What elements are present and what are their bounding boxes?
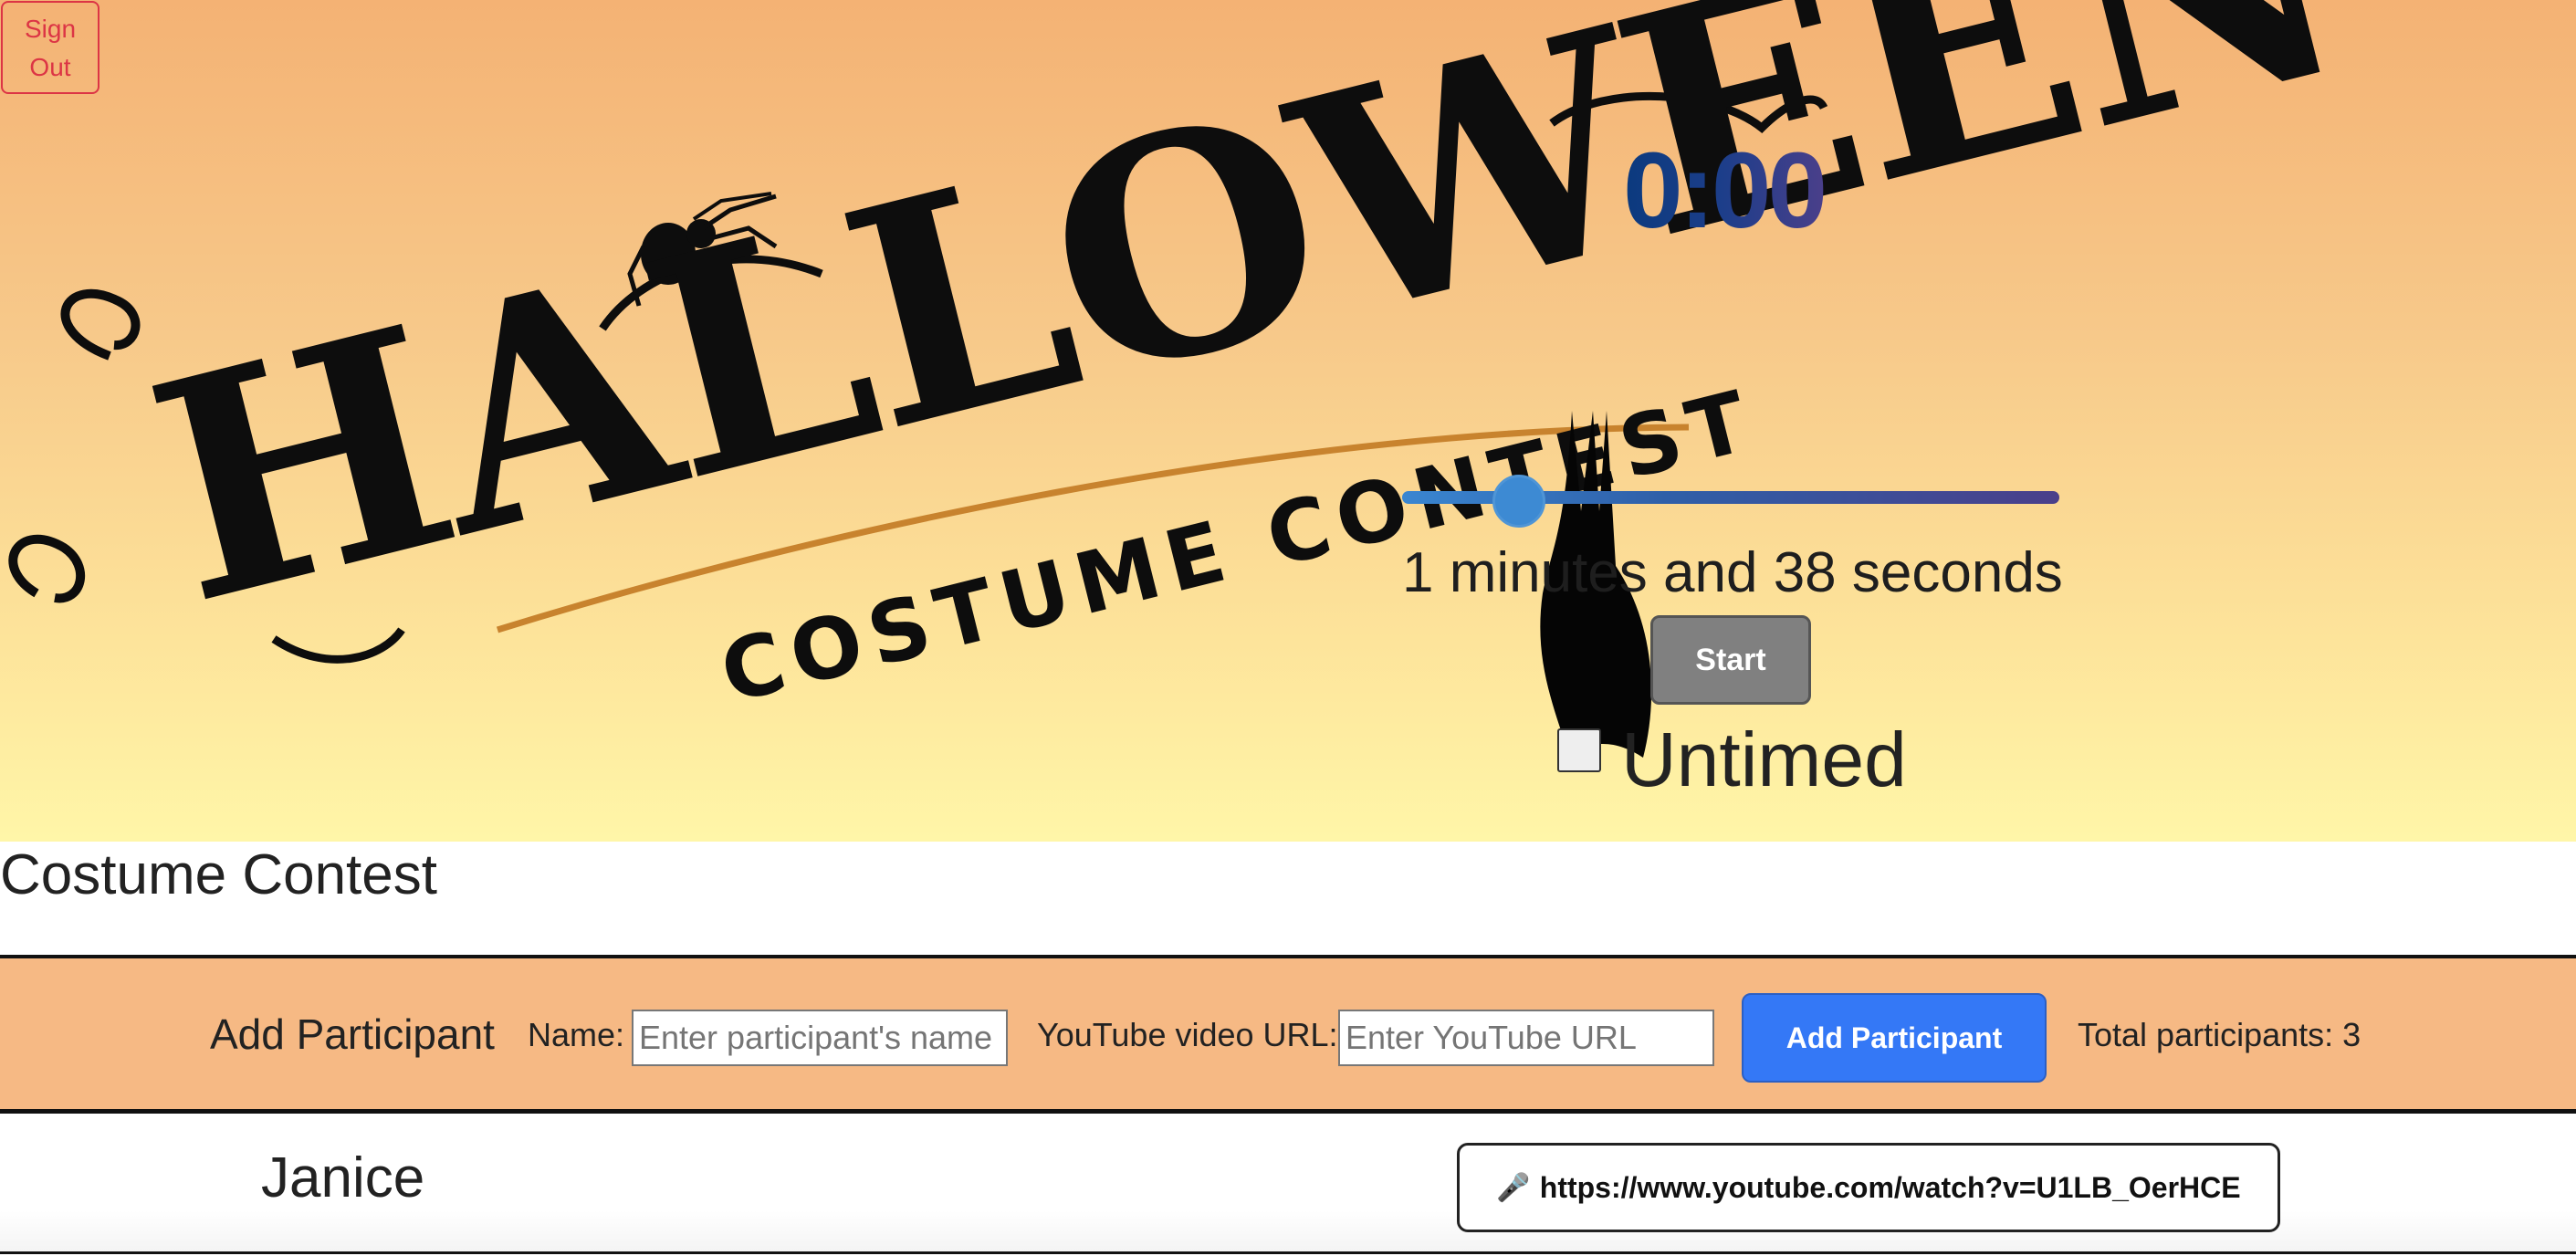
- participant-row: Janice 🎤 https://www.youtube.com/watch?v…: [0, 1115, 2576, 1254]
- hero-banner: HALLOWEEN COSTUME CONTEST Sign Out 0:00 …: [0, 0, 2576, 842]
- name-label: Name:: [528, 1016, 625, 1053]
- untimed-label: Untimed: [1621, 717, 1907, 802]
- untimed-checkbox[interactable]: [1557, 728, 1601, 772]
- participant-video-link[interactable]: 🎤 https://www.youtube.com/watch?v=U1LB_O…: [1457, 1143, 2280, 1232]
- page-title: Costume Contest: [0, 843, 437, 906]
- youtube-url-input[interactable]: [1338, 1010, 1714, 1066]
- add-participant-heading: Add Participant: [210, 1010, 495, 1058]
- name-input[interactable]: [632, 1010, 1008, 1066]
- participant-name: Janice: [261, 1146, 425, 1209]
- microphone-icon: 🎤: [1496, 1172, 1531, 1203]
- timer-display: 0:00: [1623, 131, 1827, 251]
- start-button[interactable]: Start: [1650, 615, 1811, 705]
- halloween-logo: HALLOWEEN COSTUME CONTEST: [8, 0, 2371, 758]
- youtube-url-label: YouTube video URL:: [1037, 1016, 1338, 1053]
- sign-out-button[interactable]: Sign Out: [1, 1, 99, 94]
- duration-label: 1 minutes and 38 seconds: [1402, 541, 2063, 604]
- add-participant-bar: Add Participant Name: YouTube video URL:…: [0, 955, 2576, 1114]
- participant-video-url: https://www.youtube.com/watch?v=U1LB_Oer…: [1539, 1170, 2241, 1204]
- slider-thumb[interactable]: [1492, 475, 1546, 528]
- duration-slider[interactable]: [1402, 475, 2059, 528]
- total-participants: Total participants: 3: [2078, 1016, 2361, 1053]
- add-participant-button[interactable]: Add Participant: [1742, 993, 2047, 1083]
